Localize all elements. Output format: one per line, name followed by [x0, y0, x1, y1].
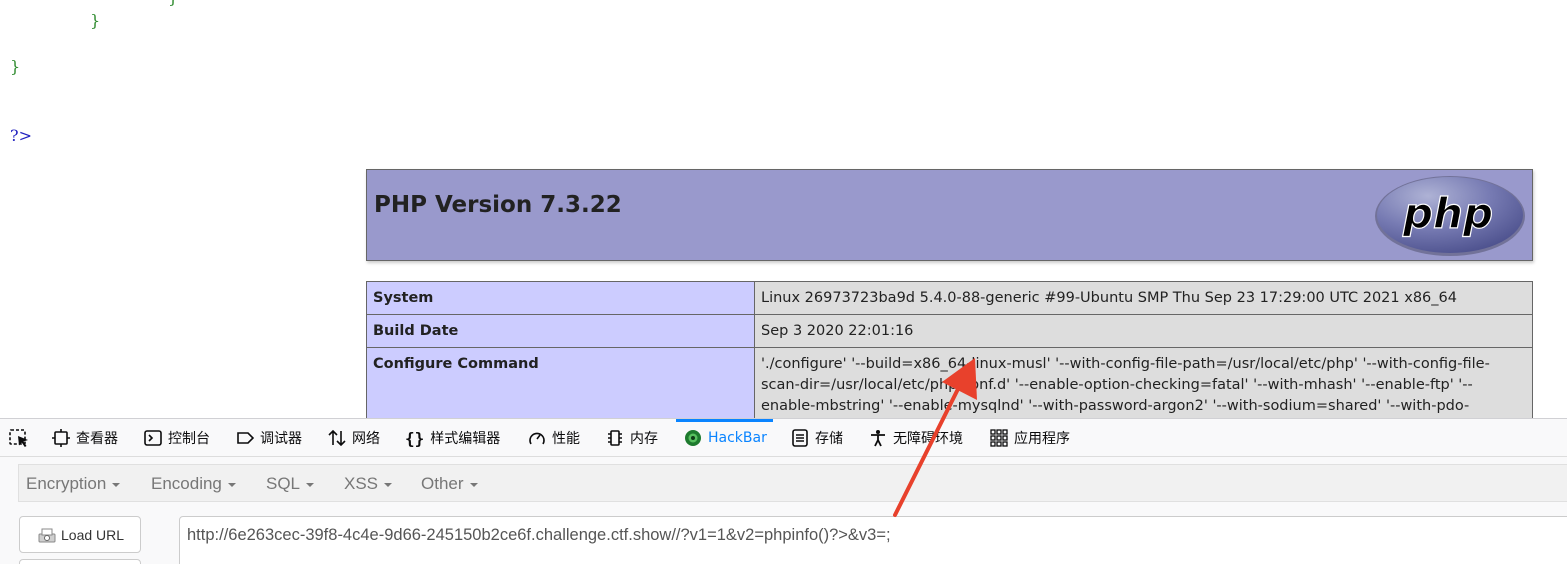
row-value: Sep 3 2020 22:01:16 — [754, 314, 1533, 348]
network-icon — [328, 429, 346, 447]
hackbar-menu: Encryption Encoding SQL XSS Other — [18, 464, 1567, 502]
php-version-title: PHP Version 7.3.22 — [374, 192, 622, 218]
row-key: System — [366, 281, 755, 315]
split-url-button[interactable] — [19, 559, 141, 564]
table-row: Build Date Sep 3 2020 22:01:16 — [366, 314, 1533, 348]
table-row: System Linux 26973723ba9d 5.4.0-88-gener… — [366, 281, 1533, 315]
menu-sql[interactable]: SQL — [266, 474, 315, 494]
row-value: Linux 26973723ba9d 5.4.0-88-generic #99-… — [754, 281, 1533, 315]
tab-label: 内存 — [630, 431, 658, 447]
code-brace-outer: } — [10, 57, 21, 76]
tab-label: 调试器 — [260, 431, 302, 447]
menu-other[interactable]: Other — [421, 474, 478, 494]
style-editor-icon: {} — [405, 428, 425, 448]
inspector-icon — [52, 429, 70, 447]
caret-down-icon — [306, 482, 315, 487]
load-url-icon — [38, 528, 56, 542]
hackbar-icon — [685, 430, 701, 446]
devtools-toolbar: 查看器 控制台 调试器 网络 {} 样式编辑器 性能 内存 HackBar 存储… — [0, 419, 1567, 457]
tab-network[interactable]: 网络 — [328, 419, 380, 457]
tab-console[interactable]: 控制台 — [144, 419, 210, 457]
tab-storage[interactable]: 存储 — [791, 419, 843, 457]
memory-icon — [608, 430, 622, 446]
devtools-panel: 查看器 控制台 调试器 网络 {} 样式编辑器 性能 内存 HackBar 存储… — [0, 418, 1567, 564]
tab-application[interactable]: 应用程序 — [990, 419, 1070, 457]
menu-encoding[interactable]: Encoding — [151, 474, 236, 494]
caret-down-icon — [469, 482, 478, 487]
code-brace-inner: } — [90, 11, 101, 30]
debugger-icon — [237, 432, 254, 444]
tab-label: 存储 — [815, 431, 843, 447]
tab-label: 控制台 — [168, 431, 210, 447]
tab-memory[interactable]: 内存 — [606, 419, 658, 457]
tab-label: HackBar — [708, 430, 767, 446]
performance-icon — [529, 432, 545, 445]
tab-label: 应用程序 — [1014, 431, 1070, 447]
row-key: Build Date — [366, 314, 755, 348]
caret-down-icon — [112, 482, 121, 487]
load-url-button[interactable]: Load URL — [19, 516, 141, 553]
application-icon — [990, 429, 1008, 447]
url-input[interactable]: http://6e263cec-39f8-4c4e-9d66-245150b2c… — [179, 516, 1567, 564]
load-url-label: Load URL — [61, 526, 125, 543]
tab-hackbar[interactable]: HackBar — [676, 419, 773, 457]
caret-down-icon — [227, 482, 236, 487]
php-logo-text: php — [1402, 189, 1493, 238]
annotation-arrow — [893, 358, 977, 517]
php-close-tag: ?> — [10, 126, 32, 145]
menu-xss[interactable]: XSS — [344, 474, 393, 494]
tab-label: 网络 — [352, 431, 380, 447]
tab-performance[interactable]: 性能 — [528, 419, 580, 457]
phpinfo-header: PHP Version 7.3.22 php — [366, 169, 1533, 261]
menu-encryption[interactable]: Encryption — [26, 474, 121, 494]
php-logo: php — [1375, 176, 1525, 256]
caret-down-icon — [384, 482, 393, 487]
code-brace-partial: } — [168, 0, 178, 7]
tab-style-editor[interactable]: {} 样式编辑器 — [405, 419, 500, 457]
tab-inspector[interactable]: 查看器 — [52, 419, 118, 457]
tab-debugger[interactable]: 调试器 — [236, 419, 302, 457]
console-icon — [144, 430, 162, 446]
tab-label: 样式编辑器 — [430, 431, 501, 447]
storage-icon — [792, 429, 808, 447]
tab-label: 性能 — [552, 431, 580, 447]
tab-label: 查看器 — [76, 431, 118, 447]
element-picker-icon[interactable] — [8, 428, 32, 448]
